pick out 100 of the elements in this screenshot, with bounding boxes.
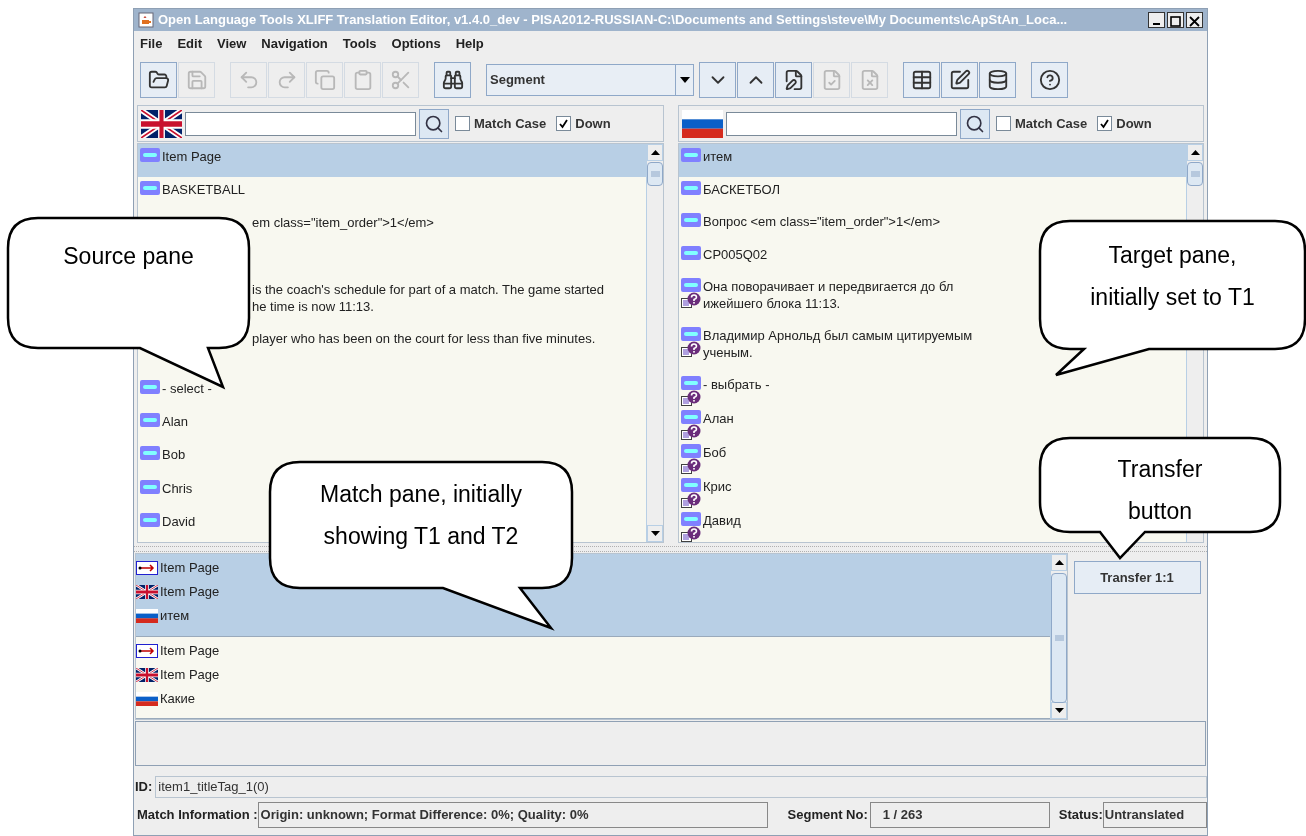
segment-state-icon (140, 181, 160, 196)
menu-item[interactable]: File (140, 34, 163, 54)
id-field: item1_titleTag_1(0) (155, 775, 1207, 798)
scissors-icon (389, 69, 412, 91)
arrow-box-icon (136, 561, 158, 575)
scroll-thumb[interactable] (1187, 162, 1203, 186)
segment-number-label: Segment No: (786, 806, 868, 825)
status-field: Untranslated (1102, 802, 1207, 828)
scroll-up-button[interactable] (1051, 554, 1067, 571)
match-entry[interactable]: Item Page Item Page Какие (136, 636, 1050, 719)
menu-item[interactable]: Tools (342, 34, 377, 54)
segment-state-icon (681, 511, 701, 526)
question-note-icon (681, 491, 701, 508)
toolbar-button[interactable] (775, 62, 812, 98)
segment-state-icon (681, 327, 701, 342)
checkbox[interactable] (455, 116, 470, 131)
question-note-icon (681, 457, 701, 474)
segment-state-icon (681, 245, 701, 260)
checkbox-label: Down (575, 114, 611, 133)
search-field[interactable] (726, 111, 957, 136)
search-icon (424, 113, 444, 134)
russian-flag-icon (682, 109, 723, 138)
menu-item[interactable]: Edit (177, 34, 202, 54)
menu-item[interactable]: Options (391, 34, 441, 54)
callout-text: Target pane, initially set to T1 (1090, 242, 1255, 310)
segment-state-icon (681, 409, 701, 424)
menu-item[interactable]: Help (455, 34, 484, 54)
segment-number-field: 1 / 263 (869, 802, 1050, 828)
uk-flag-icon (136, 585, 158, 599)
segment-text[interactable]: БАСКЕТБОЛ (703, 180, 781, 198)
binoculars-icon (441, 69, 464, 91)
search-icon (965, 113, 985, 134)
segment-state-icon (681, 180, 701, 195)
segment-state-icon (681, 375, 701, 390)
segment-text[interactable]: Владимир Арнольд был самым цитируемым ученым. (703, 327, 973, 362)
segment-text[interactable]: David (162, 512, 196, 530)
match-text: Item Page (160, 665, 220, 684)
transfer-button[interactable]: Transfer 1:1 (1073, 561, 1201, 594)
search-button[interactable] (960, 108, 990, 139)
maximize-button[interactable] (1167, 12, 1184, 28)
triangle-up-icon (1054, 560, 1064, 565)
callout-text: Source pane (63, 243, 194, 269)
menu-item[interactable]: Navigation (261, 34, 328, 54)
checkbox[interactable] (996, 116, 1011, 131)
segment-state-icon (140, 446, 160, 461)
segment-text[interactable]: Item Page (162, 148, 222, 165)
toolbar-button[interactable] (941, 62, 978, 98)
scroll-up-button[interactable] (1187, 144, 1203, 161)
segment-state-icon (140, 380, 160, 395)
segment-text[interactable]: Bob (162, 446, 186, 464)
scroll-thumb[interactable] (1051, 573, 1067, 703)
checkbox[interactable] (1097, 116, 1113, 131)
segment-text[interactable]: BASKETBALL (162, 181, 246, 199)
toolbar-button[interactable] (140, 62, 177, 98)
floppy-icon (185, 69, 208, 91)
checkbox-label: Down (1116, 114, 1152, 133)
segment-text[interactable]: em class="item_order">1</em> (252, 214, 434, 232)
help-icon (1038, 69, 1061, 91)
toolbar-button[interactable] (979, 62, 1016, 98)
caret-icon (679, 77, 690, 83)
window-title: Open Language Tools XLIFF Translation Editor, v1.4.0_dev - PISA2012-RUSSIAN-C:\Documents and Settings\steve\My Documents\cApStAn_Loca... (158, 11, 1069, 30)
toolbar-button[interactable] (1031, 62, 1068, 98)
copy-icon (313, 69, 336, 91)
checkbox[interactable] (556, 116, 572, 131)
segment-text[interactable]: Chris (162, 479, 193, 497)
segment-state-icon (140, 413, 160, 428)
toolbar-button[interactable] (903, 62, 940, 98)
scroll-down-button[interactable] (647, 525, 663, 542)
menu-item[interactable]: View (216, 34, 247, 54)
scroll-down-button[interactable] (1051, 702, 1067, 719)
segment-text[interactable]: Алан (703, 409, 734, 427)
toolbar-button[interactable] (434, 62, 471, 98)
segment-state-icon (681, 443, 701, 458)
checkbox-label: Match Case (1015, 114, 1088, 133)
segment-text[interactable]: player who has been on the court for less than five minutes. (252, 330, 596, 348)
segment-text[interactable]: - выбрать - (703, 375, 770, 393)
segment-text[interactable]: is the coach's schedule for part of a match. The game started he time is now 11:13. (252, 280, 604, 315)
segment-text[interactable]: итем (703, 148, 733, 165)
close-button[interactable] (1186, 12, 1203, 28)
search-field[interactable] (185, 111, 416, 136)
match-text: Какие (160, 689, 195, 708)
search-button[interactable] (419, 108, 449, 139)
minimize-button[interactable] (1148, 12, 1165, 28)
segment-dropdown[interactable]: Segment (486, 64, 694, 96)
match-text: Item Page (160, 559, 220, 578)
triangle-up-icon (1190, 150, 1200, 155)
segment-text[interactable]: Она поворачивает и передвигается до бл ижейшего блока 11:13. (703, 278, 954, 313)
segment-state-icon (140, 148, 160, 162)
segment-state-icon (681, 477, 701, 492)
segment-text[interactable]: Давид (703, 511, 741, 529)
segment-text[interactable]: Alan (162, 413, 189, 431)
segment-text[interactable]: - select - (162, 380, 212, 398)
match-text: Item Page (160, 583, 220, 602)
segment-text[interactable]: Крис (703, 477, 732, 495)
segment-text[interactable]: Боб (703, 443, 727, 461)
segment-text[interactable]: CP005Q02 (703, 245, 768, 263)
scroll-thumb[interactable] (647, 162, 663, 186)
scroll-up-button[interactable] (647, 144, 663, 161)
minimize-icon (1153, 23, 1160, 25)
segment-text[interactable]: Вопрос <em class="item_order">1</em> (703, 213, 941, 231)
